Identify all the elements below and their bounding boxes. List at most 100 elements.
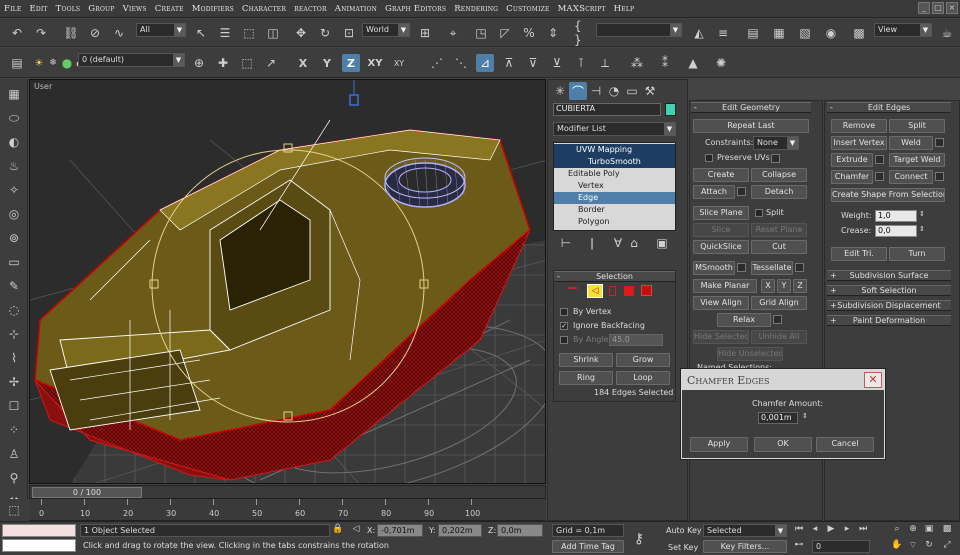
material-editor-icon[interactable]: ◉ [822,24,840,42]
weight-field[interactable]: 1,0 [875,210,917,222]
snap-pivot-icon[interactable]: ⊻ [548,54,566,72]
render-setup-icon[interactable]: ▩ [850,24,868,42]
snap-face-icon[interactable]: ⊽ [524,54,542,72]
attach-settings-button[interactable] [737,187,746,196]
stack-item-border[interactable]: Border [554,204,675,216]
camera-icon[interactable]: ◎ [5,205,23,223]
align-icon[interactable]: ≡ [714,24,732,42]
axis-xy-button[interactable]: XY [366,54,384,72]
redo-icon[interactable]: ↷ [32,24,50,42]
pan-icon[interactable]: ✋ [890,538,904,552]
by-vertex-checkbox[interactable] [560,308,568,316]
spinner-snap-icon[interactable]: ⇕ [544,24,562,42]
named-selection-sets-dropdown[interactable]: ▼ [596,23,682,37]
move-icon[interactable]: ✥ [292,24,310,42]
previous-frame-icon[interactable]: ◂ [808,522,822,536]
lock-icon[interactable]: 🔒 [331,522,345,536]
menu-edit[interactable]: Edit [29,4,47,14]
planar-z-button[interactable]: Z [793,279,807,293]
crease-spinner-icon[interactable]: ⇕ [919,225,925,233]
viewport-user[interactable]: User [29,79,546,484]
quick-render-icon[interactable]: ☕ [938,24,956,42]
by-angle-checkbox[interactable] [560,336,568,344]
undo-icon[interactable]: ↶ [8,24,26,42]
spacewarp-icon[interactable]: ✢ [5,373,23,391]
key-filters-button[interactable]: Key Filters... [703,540,787,553]
window-crossing-icon[interactable]: ◫ [264,24,282,42]
shape-icon[interactable]: ⌇ [5,349,23,367]
angle-field[interactable]: 45.0 [609,334,663,346]
bone-icon[interactable]: ⚲ [5,469,23,487]
shrink-button[interactable]: Shrink [559,353,613,367]
add-to-layer-icon[interactable]: ✚ [214,54,232,72]
layers-icon[interactable]: ▤ [8,54,26,72]
tessellate-button[interactable]: Tessellate [751,261,793,275]
remove-button[interactable]: Remove [831,119,887,133]
menu-create[interactable]: Create [155,4,184,14]
menu-customize[interactable]: Customize [506,4,549,14]
render-view-dropdown[interactable]: View ▼ [874,23,932,37]
key-mode-toggle-icon[interactable]: ⊷ [792,538,806,552]
quickslice-button[interactable]: QuickSlice [693,240,749,254]
stack-item-uvw-mapping[interactable]: UVW Mapping [554,144,675,156]
select-in-layer-icon[interactable]: ⬚ [238,54,256,72]
time-slider-thumb[interactable]: 0 / 100 [32,487,142,498]
helper-icon[interactable]: ⊹ [5,325,23,343]
soft-selection-rollout[interactable]: + Soft Selection [827,285,951,296]
star-icon[interactable]: ✧ [5,181,23,199]
rectangular-selection-icon[interactable]: ⬚ [240,24,258,42]
pin-stack-icon[interactable]: ⊢ [557,234,575,252]
snap-bbox-icon[interactable]: ⊺ [572,54,590,72]
sphere-icon[interactable]: ◐ [5,133,23,151]
create-shape-button[interactable]: Create Shape From Selection [831,188,945,202]
zoom-extents-icon[interactable]: ▣ [922,522,936,536]
planar-x-button[interactable]: X [761,279,775,293]
grid-align-button[interactable]: Grid Align [751,296,807,310]
snap-midpoint-icon[interactable]: ⊼ [500,54,518,72]
cut-button[interactable]: Cut [751,240,807,254]
edit-edges-header[interactable]: - Edit Edges [827,102,951,113]
edit-geometry-header[interactable]: - Edit Geometry [691,102,811,113]
preserve-uvs-checkbox[interactable] [705,154,713,162]
relax-settings-button[interactable] [773,315,782,324]
axis-x-button[interactable]: X [294,54,312,72]
configure-sets-icon[interactable]: ▣ [653,234,671,252]
edit-tri-button[interactable]: Edit Tri. [831,247,887,261]
menu-help[interactable]: Help [614,4,635,14]
spacing-tool-icon[interactable]: ▲ [684,54,702,72]
clone-align-icon[interactable]: ✺ [712,54,730,72]
menu-rendering[interactable]: Rendering [454,4,498,14]
weld-settings-button[interactable] [935,138,944,147]
menu-maxscript[interactable]: MAXScript [558,4,606,14]
weight-spinner-icon[interactable]: ⇕ [919,210,925,218]
menu-animation[interactable]: Animation [335,4,377,14]
zoom-extents-all-icon[interactable]: ▩ [940,522,954,536]
subdivision-displacement-rollout[interactable]: + Subdivision Displacement [827,300,951,311]
play-icon[interactable]: ▶ [824,522,838,536]
tessellate-settings-button[interactable] [795,263,804,272]
create-layer-icon[interactable]: ⊕ [190,54,208,72]
stack-item-edge[interactable]: Edge [554,192,675,204]
menu-views[interactable]: Views [123,4,147,14]
connect-button[interactable]: Connect [889,170,933,184]
menu-graph-editors[interactable]: Graph Editors [385,4,446,14]
arc-rotate-icon[interactable]: ↻ [922,538,936,552]
particle-icon[interactable]: ⁘ [5,421,23,439]
z-field[interactable]: 0,0m [497,524,543,537]
attach-button[interactable]: Attach [693,185,735,199]
auto-key-label[interactable]: Auto Key [666,526,702,535]
angle-snap-icon[interactable]: ◸ [496,24,514,42]
extrude-button[interactable]: Extrude [831,153,873,167]
menu-group[interactable]: Group [88,4,114,14]
absolute-mode-icon[interactable]: ◁ [349,522,363,536]
loop-button[interactable]: Loop [616,371,670,385]
stack-item-editable-poly[interactable]: Editable Poly [554,168,675,180]
show-end-result-icon[interactable]: ǀ [583,234,601,252]
split-button[interactable]: Split [889,119,945,133]
object-color-swatch[interactable] [665,103,676,116]
ok-button[interactable]: OK [754,437,812,452]
turn-button[interactable]: Turn [889,247,945,261]
crease-field[interactable]: 0,0 [875,225,917,237]
split-checkbox[interactable] [755,209,763,217]
create-tab-icon[interactable]: ✳ [551,82,569,100]
